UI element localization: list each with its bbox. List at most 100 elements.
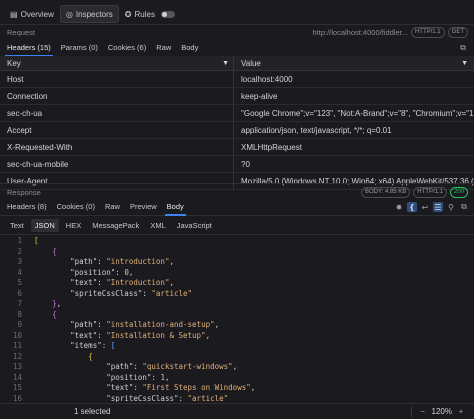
code-text: "spriteCssClass": "article"	[70, 288, 193, 298]
response-protocol-badge: HTTP/1.1	[413, 186, 447, 198]
zoom-out-icon[interactable]: −	[418, 407, 428, 417]
body-size-badge: BODY: 4.85 KB	[360, 186, 411, 198]
code-line: 4 "position": 0,	[0, 268, 474, 279]
status-code-badge: 200	[449, 186, 468, 198]
tab-format-javascript[interactable]: JavaScript	[173, 219, 216, 232]
line-number: 10	[12, 330, 22, 340]
code-text: "path": "quickstart-windows",	[106, 362, 238, 371]
line-number: 11	[12, 341, 22, 350]
tab-request-body[interactable]: Body	[176, 40, 203, 56]
response-tabs: Headers (8) Cookies (0) Raw Preview Body…	[0, 199, 474, 216]
code-text: [	[34, 236, 39, 245]
code-icon[interactable]: ❴	[407, 202, 417, 212]
table-row[interactable]: Accept application/json, text/javascript…	[0, 122, 474, 139]
code-text: {	[88, 351, 93, 361]
table-row[interactable]: X-Requested-With XMLHttpRequest	[0, 139, 474, 156]
tab-response-headers[interactable]: Headers (8)	[2, 199, 52, 215]
tab-response-raw[interactable]: Raw	[100, 199, 125, 215]
code-text: "position": 1,	[106, 372, 170, 382]
zoom-in-icon[interactable]: +	[456, 407, 466, 417]
tab-overview[interactable]: ▤ Overview	[4, 5, 60, 23]
line-number: 3	[17, 257, 22, 266]
code-line: 10 "text": "Installation & Setup",	[0, 331, 474, 342]
tab-format-text[interactable]: Text	[6, 219, 28, 232]
line-number: 1	[17, 236, 22, 245]
code-line: 5 "text": "Introduction",	[0, 278, 474, 289]
request-header: Request http://localhost:4000/fiddler...…	[0, 24, 474, 40]
column-key-label: Key	[7, 58, 21, 68]
column-value[interactable]: Value ▼	[234, 56, 474, 70]
line-number: 15	[12, 383, 22, 392]
line-number: 9	[17, 320, 22, 329]
filter-icon[interactable]: ▼	[461, 60, 468, 67]
code-line: 12 {	[0, 352, 474, 363]
headers-grid: Key ▼ Value ▼ Host localhost:4000 Connec…	[0, 56, 474, 190]
tab-response-cookies[interactable]: Cookies (0)	[52, 199, 100, 215]
search-icon[interactable]: ⚲	[446, 202, 456, 212]
top-tab-bar: ▤ Overview ◎ Inspectors ✪ Rules	[0, 0, 474, 25]
code-text: },	[52, 299, 62, 308]
copy-icon[interactable]: ⧉	[459, 202, 469, 212]
wrap-icon[interactable]: ↩	[420, 202, 430, 212]
line-number: 13	[12, 362, 22, 371]
tab-response-preview[interactable]: Preview	[125, 199, 162, 215]
line-number: 16	[12, 393, 22, 403]
tab-request-params[interactable]: Params (0)	[56, 40, 103, 56]
request-section-label: Request	[7, 27, 35, 37]
line-number: 8	[17, 309, 22, 319]
tab-rules-label: Rules	[134, 9, 155, 19]
tab-format-json[interactable]: JSON	[30, 219, 59, 232]
row-key: Host	[0, 71, 234, 87]
line-number: 5	[17, 278, 22, 287]
code-text: "path": "installation-and-setup",	[70, 320, 220, 329]
grid-header: Key ▼ Value ▼	[0, 56, 474, 71]
row-value: localhost:4000	[241, 74, 293, 84]
code-line: 9 "path": "installation-and-setup",	[0, 320, 474, 331]
code-line: 16 "spriteCssClass": "article"	[0, 394, 474, 403]
table-row[interactable]: Host localhost:4000	[0, 71, 474, 88]
row-value: XMLHttpRequest	[241, 142, 302, 152]
response-section-label: Response	[7, 187, 41, 197]
request-url: http://localhost:4000/fiddler...	[312, 27, 408, 37]
code-line: 3 "path": "introduction",	[0, 257, 474, 268]
table-row[interactable]: Connection keep-alive	[0, 88, 474, 105]
tab-response-body[interactable]: Body	[162, 199, 189, 216]
status-bar: 1 selected − 120% +	[0, 403, 474, 419]
list-icon[interactable]: ☰	[433, 202, 443, 212]
settings-icon[interactable]: ✹	[394, 202, 404, 212]
chart-icon: ▤	[10, 9, 18, 19]
tab-inspectors[interactable]: ◎ Inspectors	[59, 5, 119, 23]
row-key: X-Requested-With	[0, 139, 234, 155]
code-line: 11 "items": [	[0, 341, 474, 352]
tab-format-xml[interactable]: XML	[146, 219, 169, 232]
table-row[interactable]: sec-ch-ua "Google Chrome";v="123", "Not:…	[0, 105, 474, 122]
row-value: "Google Chrome";v="123", "Not:A-Brand";v…	[241, 108, 474, 118]
row-value: application/json, text/javascript, */*; …	[241, 125, 392, 135]
column-key[interactable]: Key ▼	[0, 56, 234, 70]
tab-request-headers[interactable]: Headers (15)	[2, 40, 56, 57]
code-text: "path": "introduction",	[70, 257, 174, 266]
line-number: 12	[12, 351, 22, 361]
column-value-label: Value	[241, 58, 261, 68]
code-text: "text": "Introduction",	[70, 278, 174, 287]
row-value: ?0	[241, 159, 250, 169]
row-key: sec-ch-ua-mobile	[0, 156, 234, 172]
response-header: Response BODY: 4.85 KB HTTP/1.1 200	[0, 183, 474, 200]
filter-icon[interactable]: ▼	[222, 60, 229, 67]
tab-request-cookies[interactable]: Cookies (6)	[103, 40, 151, 56]
line-number: 6	[17, 288, 22, 298]
table-row[interactable]: sec-ch-ua-mobile ?0	[0, 156, 474, 173]
tab-request-raw[interactable]: Raw	[151, 40, 176, 56]
tab-rules[interactable]: ✪ Rules	[119, 5, 181, 23]
rules-toggle[interactable]	[160, 10, 175, 18]
code-line: 6 "spriteCssClass": "article"	[0, 289, 474, 300]
json-code-view[interactable]: 1[2 {3 "path": "introduction", 4 "positio…	[0, 236, 474, 402]
tab-format-hex[interactable]: HEX	[62, 219, 85, 232]
tab-format-messagepack[interactable]: MessagePack	[88, 219, 143, 232]
rules-icon: ✪	[124, 9, 132, 19]
code-text: "items": [	[70, 341, 116, 350]
zoom-level: 120%	[431, 407, 452, 416]
code-text: "text": "First Steps on Windows",	[106, 383, 256, 392]
code-text: {	[52, 309, 57, 319]
copy-icon[interactable]: ⧉	[458, 43, 468, 53]
